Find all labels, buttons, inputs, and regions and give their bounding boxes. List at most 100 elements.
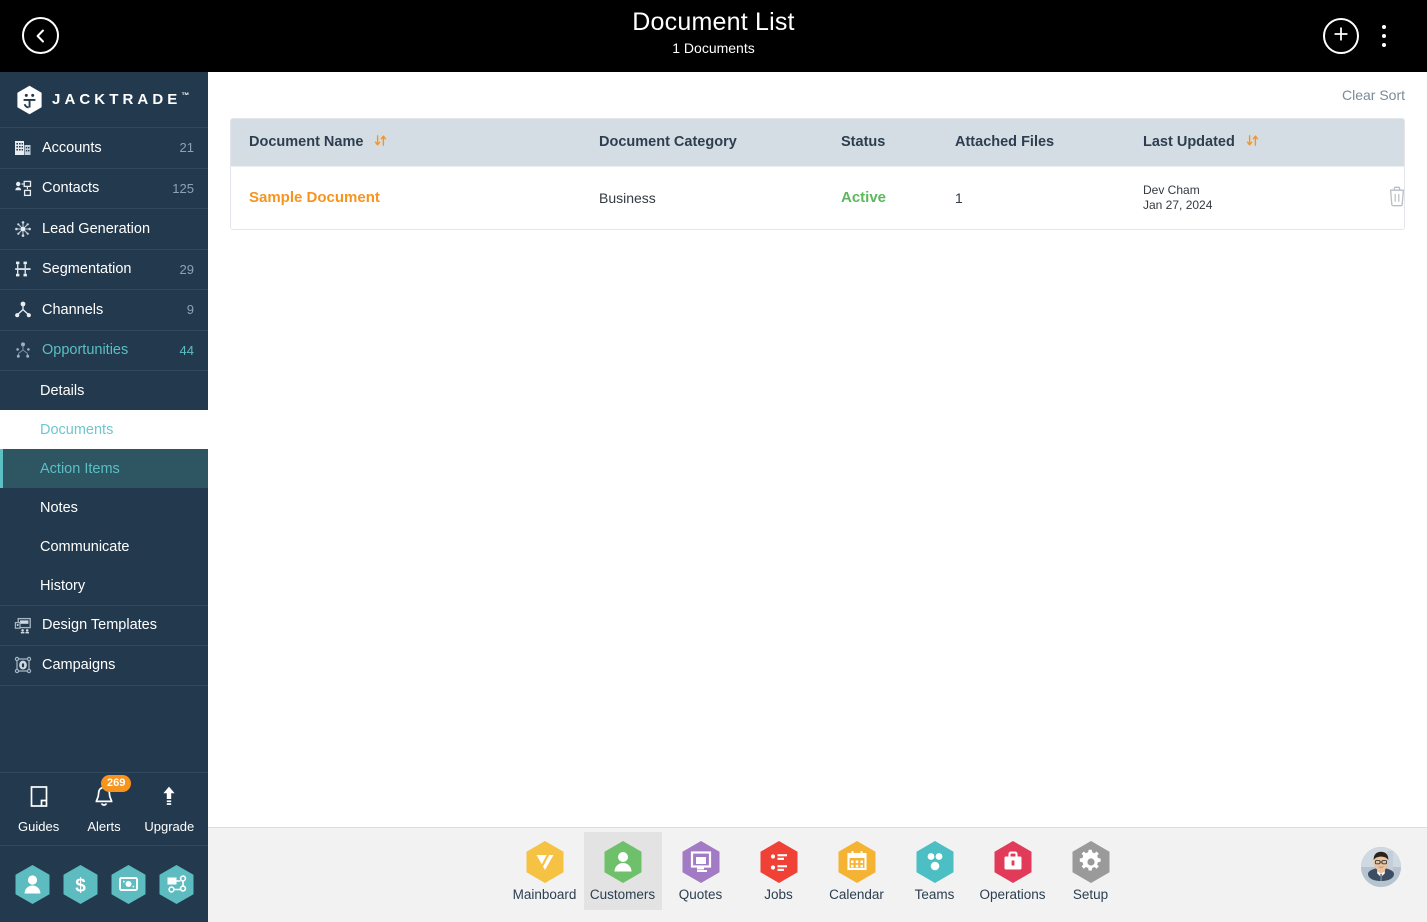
trash-icon[interactable] (1387, 185, 1404, 210)
payment-hex-icon[interactable] (110, 864, 147, 905)
guides-button[interactable]: Guides (8, 785, 70, 834)
document-name-link[interactable]: Sample Document (249, 189, 380, 206)
bottom-nav-mainboard[interactable]: Mainboard (506, 832, 584, 910)
sidebar-item-label: Campaigns (42, 657, 116, 674)
upgrade-button[interactable]: Upgrade (138, 785, 200, 834)
jobs-icon (759, 840, 799, 884)
quotes-icon (681, 840, 721, 884)
top-header-bar: Document List 1 Documents (0, 0, 1427, 72)
bottom-nav-label: Calendar (829, 887, 884, 902)
bottom-nav-label: Operations (979, 887, 1046, 902)
sidebar-item-count: 29 (179, 261, 194, 277)
bottom-nav-quotes[interactable]: Quotes (662, 832, 740, 910)
user-avatar[interactable] (1361, 847, 1401, 887)
cell-document-name: Sample Document (231, 165, 581, 229)
sidebar-item-contacts[interactable]: Contacts 125 (0, 169, 208, 209)
bottom-nav-jobs[interactable]: Jobs (740, 832, 818, 910)
sidebar-subitem-notes[interactable]: Notes (0, 488, 208, 527)
cell-last-updated: Dev Cham Jan 27, 2024 (1125, 165, 1345, 229)
sidebar-item-label: Channels (42, 301, 104, 318)
cell-attached-files: 1 (937, 165, 1125, 229)
bottom-nav-customers[interactable]: Customers (583, 832, 662, 910)
sort-icon[interactable] (1246, 134, 1259, 151)
column-header-status[interactable]: Status (823, 119, 937, 166)
sidebar-subitem-documents[interactable]: Documents (0, 410, 208, 449)
alerts-button[interactable]: 269 Alerts (73, 774, 135, 834)
updated-by: Dev Cham (1143, 182, 1200, 197)
kebab-menu-icon[interactable] (1373, 20, 1395, 52)
bottom-nav-label: Jobs (764, 887, 793, 902)
page-title: Document List (632, 8, 795, 36)
cell-document-category: Business (581, 165, 823, 229)
lead-generation-icon (12, 219, 34, 239)
sidebar-item-label: Contacts (42, 180, 100, 197)
trademark-mark: ™ (181, 91, 190, 100)
sidebar-quick-links: $ (0, 846, 208, 922)
sidebar-subitem-label: Communicate (40, 538, 130, 555)
kebab-dot (1382, 34, 1386, 38)
sidebar-item-design-templates[interactable]: Design Templates (0, 605, 208, 646)
sidebar: JACKTRADE™ Accounts 21 Contacts 125 Lead… (0, 72, 208, 922)
upgrade-arrow-icon (158, 785, 180, 814)
sidebar-item-campaigns[interactable]: Campaigns (0, 646, 208, 686)
bottom-nav-label: Teams (914, 887, 955, 902)
bottom-nav-teams[interactable]: Teams (896, 832, 974, 910)
sidebar-item-opportunities[interactable]: Opportunities 44 (0, 331, 208, 371)
document-table-card: Document Name Document Category Status A… (230, 118, 1405, 230)
sidebar-item-label: Design Templates (42, 617, 157, 634)
sidebar-subitem-history[interactable]: History (0, 566, 208, 605)
column-header-document-category[interactable]: Document Category (581, 119, 823, 166)
sidebar-item-channels[interactable]: Channels 9 (0, 290, 208, 331)
column-label: Document Name (249, 133, 364, 150)
add-document-button[interactable] (1323, 18, 1359, 54)
bottom-nav-label: Customers (589, 887, 656, 902)
clear-sort-button[interactable]: Clear Sort (1342, 87, 1405, 103)
status-badge: Active (841, 189, 887, 207)
sidebar-item-count: 21 (179, 140, 194, 156)
sidebar-item-label: Segmentation (42, 261, 132, 278)
brand-logo[interactable]: JACKTRADE™ (0, 72, 208, 128)
clear-sort-row: Clear Sort (208, 72, 1427, 118)
sidebar-item-lead-generation[interactable]: Lead Generation (0, 209, 208, 250)
building-icon (12, 138, 34, 158)
sidebar-nav: Accounts 21 Contacts 125 Lead Generation… (0, 128, 208, 772)
sidebar-subitem-details[interactable]: Details (0, 371, 208, 410)
header-title-group: Document List 1 Documents (0, 7, 1427, 58)
bottom-bar: Mainboard Customers Quotes Jobs Calendar… (208, 827, 1427, 922)
bottom-nav-calendar[interactable]: Calendar (818, 832, 896, 910)
column-label: Status (841, 134, 886, 151)
sidebar-subitem-action-items[interactable]: Action Items (0, 449, 208, 488)
table-body: Sample Document Business Active 1 Dev Ch… (231, 165, 1404, 229)
customers-icon (603, 840, 643, 884)
sidebar-item-count: 44 (179, 342, 194, 358)
column-label: Document Category (599, 134, 737, 151)
jacktrade-hex-logo (16, 85, 43, 115)
workflow-hex-icon[interactable] (158, 864, 195, 905)
table-header: Document Name Document Category Status A… (231, 119, 1404, 166)
column-header-attached-files[interactable]: Attached Files (937, 119, 1125, 166)
column-header-document-name[interactable]: Document Name (231, 119, 581, 166)
dollar-hex-icon[interactable]: $ (62, 864, 99, 905)
bottom-nav-setup[interactable]: Setup (1052, 832, 1130, 910)
bottom-nav-label: Mainboard (512, 887, 577, 902)
brand-name: JACKTRADE™ (52, 91, 190, 108)
sidebar-item-accounts[interactable]: Accounts 21 (0, 128, 208, 169)
teams-icon (915, 840, 955, 884)
sidebar-subitem-label: Action Items (40, 460, 120, 477)
sidebar-item-label: Accounts (42, 139, 102, 156)
column-label: Last Updated (1143, 133, 1235, 150)
svg-text:$: $ (75, 875, 86, 896)
bottom-nav: Mainboard Customers Quotes Jobs Calendar… (208, 828, 1427, 914)
sidebar-subitem-communicate[interactable]: Communicate (0, 527, 208, 566)
column-header-last-updated[interactable]: Last Updated (1125, 119, 1345, 166)
person-hex-icon[interactable] (14, 864, 51, 905)
sidebar-item-segmentation[interactable]: Segmentation 29 (0, 250, 208, 290)
sidebar-item-label: Lead Generation (42, 220, 151, 237)
bottom-nav-operations[interactable]: Operations (974, 832, 1052, 910)
table-row[interactable]: Sample Document Business Active 1 Dev Ch… (231, 165, 1404, 229)
campaigns-icon (12, 655, 34, 675)
kebab-dot (1382, 25, 1386, 29)
bottom-nav-label: Setup (1072, 887, 1109, 902)
sort-icon[interactable] (374, 134, 387, 151)
sidebar-subitem-label: Notes (40, 499, 78, 516)
